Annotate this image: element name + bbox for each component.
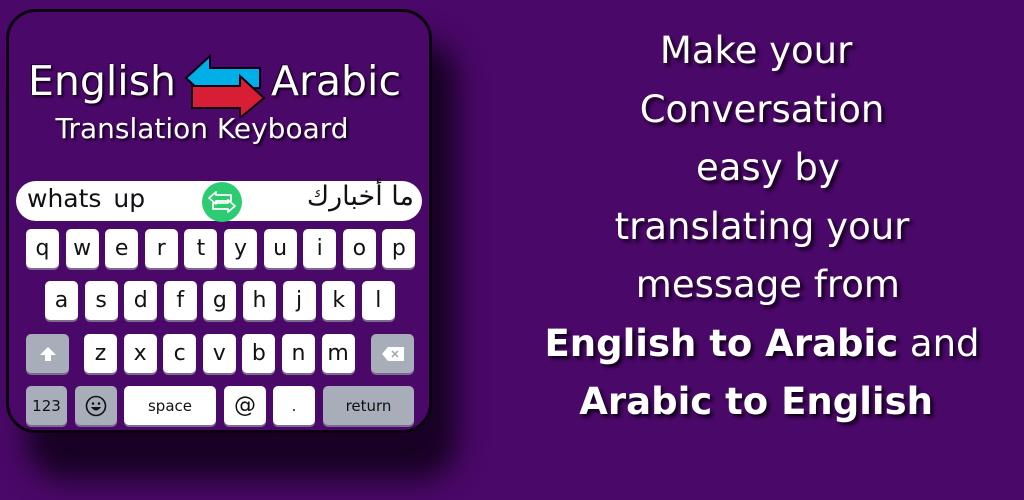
tagline-line-7: Arabic to English	[500, 373, 1024, 432]
key-s[interactable]: s	[84, 281, 118, 320]
key-l[interactable]: l	[361, 281, 395, 320]
delete-key[interactable]	[371, 334, 414, 373]
title-english: English	[28, 57, 177, 105]
key-j[interactable]: j	[282, 281, 316, 320]
key-c[interactable]: c	[163, 334, 197, 373]
key-u[interactable]: u	[263, 229, 297, 268]
numbers-key-label: 123	[32, 396, 61, 415]
numbers-key[interactable]: 123	[26, 386, 67, 425]
key-e[interactable]: e	[105, 229, 139, 268]
key-n-label: n	[291, 341, 306, 366]
key-p[interactable]: p	[382, 229, 416, 268]
return-key[interactable]: return	[323, 386, 414, 425]
key-k[interactable]: k	[322, 281, 356, 320]
shift-key[interactable]	[26, 334, 69, 373]
translation-bar[interactable]: whats up ما أخبارك	[16, 181, 422, 222]
tagline-line-6-bold: English to Arabic	[544, 321, 899, 365]
key-w-label: w	[73, 236, 92, 261]
return-key-label: return	[345, 396, 392, 415]
key-g[interactable]: g	[203, 281, 237, 320]
emoji-icon	[85, 395, 107, 416]
tagline: Make your Conversation easy by translati…	[500, 22, 1024, 432]
key-z-label: z	[94, 341, 107, 366]
backspace-icon	[381, 346, 404, 361]
key-i[interactable]: i	[303, 229, 337, 268]
key-w[interactable]: w	[65, 229, 99, 268]
key-u-label: u	[273, 236, 288, 261]
key-n[interactable]: n	[282, 334, 315, 373]
key-e-label: e	[114, 236, 129, 261]
key-p-label: p	[391, 236, 406, 261]
period-key-label: .	[291, 396, 297, 415]
key-s-label: s	[95, 288, 107, 313]
at-key-label: @	[234, 393, 256, 418]
key-v-label: v	[212, 341, 226, 366]
tagline-line-5: message from	[624, 263, 900, 306]
key-j-label: j	[296, 288, 303, 313]
key-f-label: f	[176, 288, 185, 313]
tagline-line-1: Make your	[659, 29, 865, 72]
key-l-label: l	[375, 288, 382, 313]
key-v[interactable]: v	[202, 334, 236, 373]
key-x-label: x	[133, 341, 147, 366]
swap-arrows-icon	[184, 54, 266, 118]
key-y[interactable]: y	[224, 229, 257, 268]
key-m[interactable]: m	[321, 334, 355, 373]
tagline-line-6: English to Arabic and	[500, 315, 1024, 374]
tagline-line-7-bold: Arabic to English	[579, 380, 933, 423]
key-d[interactable]: d	[124, 281, 158, 320]
key-o[interactable]: o	[342, 229, 376, 268]
key-t[interactable]: t	[184, 229, 218, 268]
shift-icon	[39, 346, 56, 361]
source-text-input[interactable]: whats up	[27, 184, 145, 213]
key-z[interactable]: z	[84, 334, 117, 373]
space-key-label: space	[147, 396, 192, 415]
key-a[interactable]: a	[45, 281, 78, 320]
keyboard-preview-card: English Arabic Translation Keyboard what…	[6, 9, 432, 433]
at-key[interactable]: @	[224, 386, 266, 425]
tagline-line-4: translating your	[614, 204, 910, 248]
key-q-label: q	[35, 236, 50, 261]
tagline-line-7-rest	[933, 380, 945, 423]
target-text-output: ما أخبارك	[306, 181, 414, 212]
key-t-label: t	[196, 236, 206, 261]
key-r-label: r	[156, 236, 166, 261]
emoji-key[interactable]	[75, 386, 117, 425]
key-d-label: d	[133, 288, 148, 313]
key-o-label: o	[352, 236, 367, 261]
swap-language-button[interactable]	[202, 182, 242, 222]
tagline-line-2: Conversation	[639, 87, 885, 131]
key-m-label: m	[327, 341, 349, 366]
period-key[interactable]: .	[273, 386, 315, 425]
tagline-line-6-rest: and	[898, 321, 980, 365]
key-k-label: k	[332, 288, 346, 313]
tagline-line-3: easy by	[684, 146, 840, 189]
title-arabic: Arabic	[271, 57, 401, 105]
key-b[interactable]: b	[242, 334, 276, 373]
key-x[interactable]: x	[123, 334, 157, 373]
key-b-label: b	[251, 341, 266, 366]
key-i-label: i	[316, 236, 323, 261]
key-q[interactable]: q	[26, 229, 59, 268]
subtitle: Translation Keyboard	[55, 112, 349, 145]
key-h[interactable]: h	[243, 281, 276, 320]
key-y-label: y	[233, 236, 248, 261]
key-f[interactable]: f	[163, 281, 197, 320]
space-key[interactable]: space	[124, 386, 216, 425]
key-a-label: a	[54, 288, 69, 313]
swap-icon	[208, 191, 236, 213]
key-c-label: c	[173, 341, 186, 366]
key-h-label: h	[252, 288, 267, 313]
key-g-label: g	[212, 288, 227, 313]
key-r[interactable]: r	[144, 229, 178, 268]
